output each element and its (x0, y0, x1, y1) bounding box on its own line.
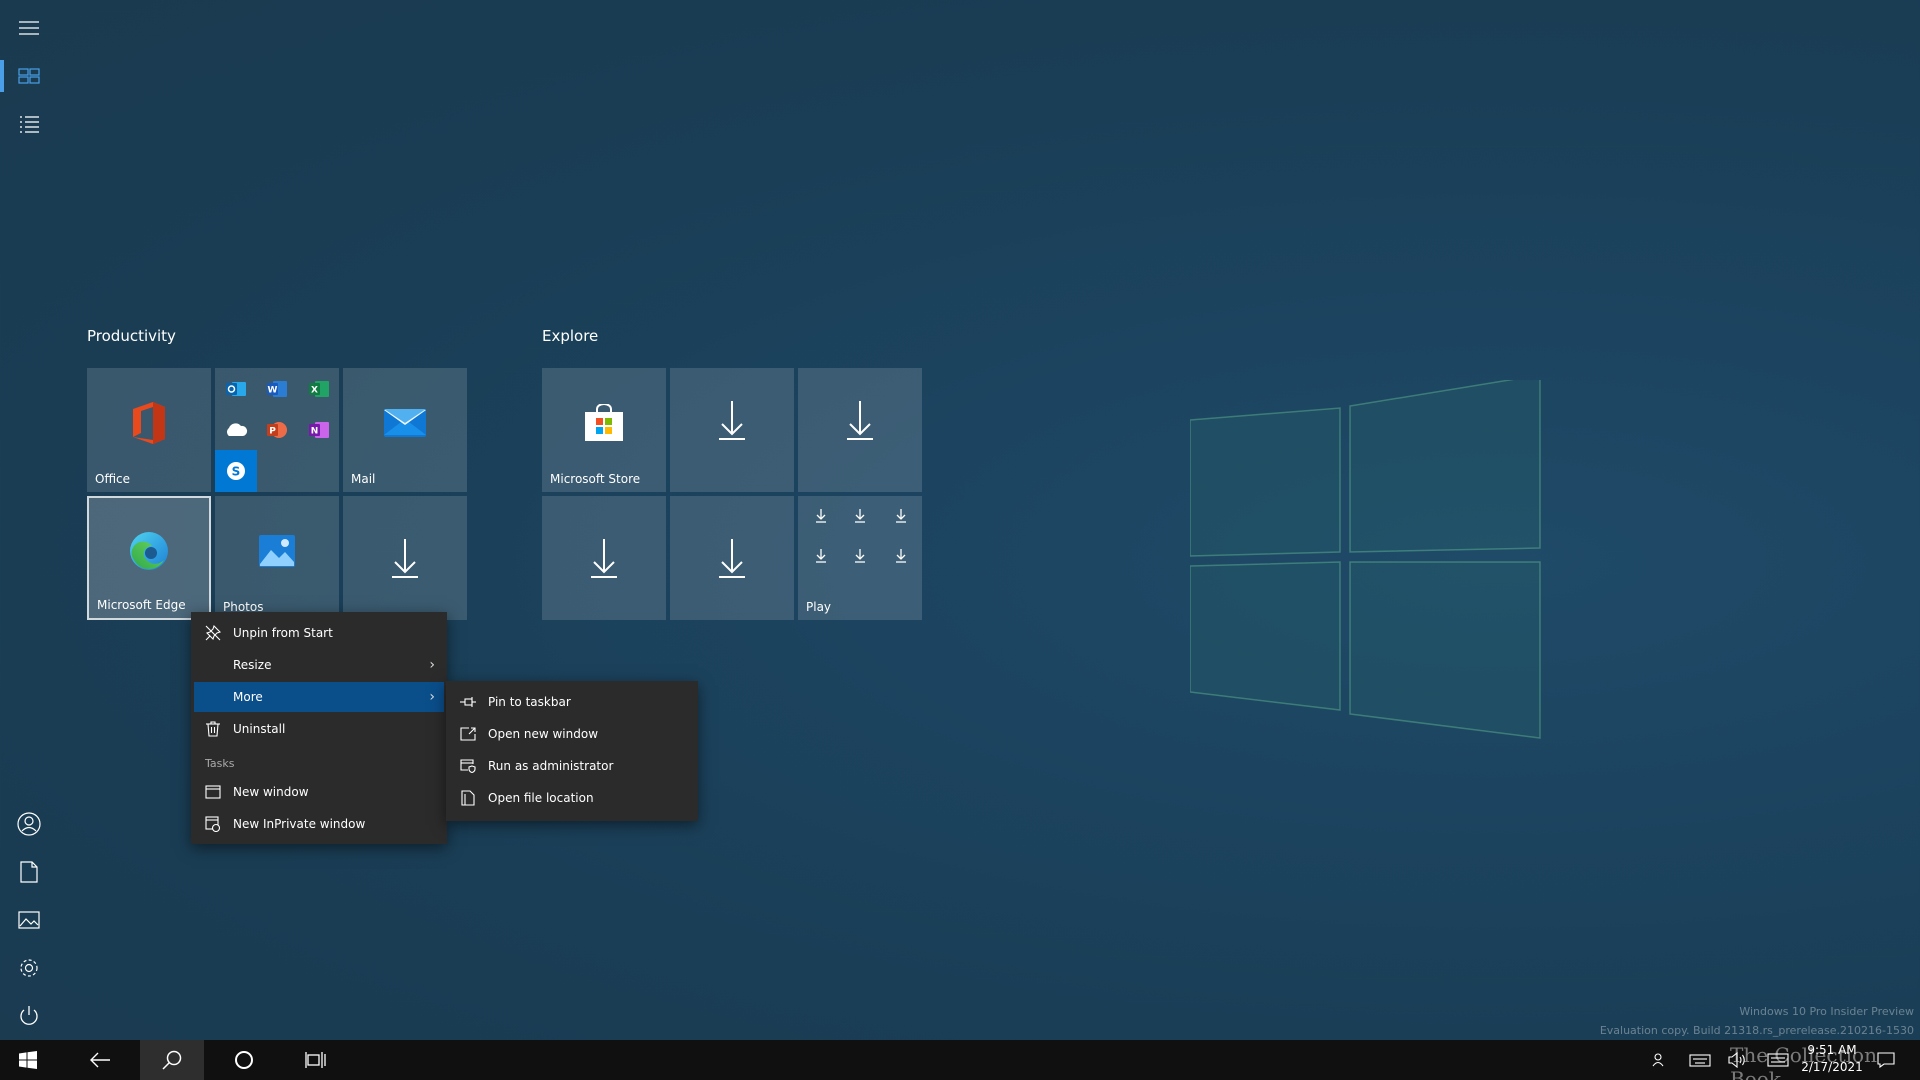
store-icon (585, 403, 623, 441)
menu-item-resize[interactable]: Resize › (191, 650, 447, 680)
task-view-button[interactable] (284, 1040, 348, 1080)
documents-button[interactable] (0, 848, 58, 896)
search-icon (162, 1050, 182, 1070)
list-icon (20, 116, 39, 133)
task-view-icon (305, 1052, 326, 1068)
cortana-button[interactable] (212, 1040, 276, 1080)
watermark-build: Evaluation copy. Build 21318.rs_prerelea… (1599, 1024, 1914, 1037)
tile-office-apps-folder[interactable]: W X P N S (215, 368, 339, 492)
download-arrow-icon (816, 509, 906, 563)
menu-item-more[interactable]: More › (194, 682, 444, 712)
tiles-view-icon (18, 68, 40, 84)
all-apps-button[interactable] (0, 100, 58, 148)
menu-item-pin-to-taskbar[interactable]: Pin to taskbar (446, 687, 698, 717)
powerpoint-icon: P (264, 417, 290, 443)
more-submenu: Pin to taskbar Open new window Run as ad… (446, 681, 698, 821)
edge-icon (130, 531, 168, 570)
inprivate-window-icon (205, 816, 221, 832)
tile-photos[interactable]: Photos (215, 496, 339, 620)
tile-download-placeholder[interactable] (798, 368, 922, 492)
skype-icon: S (215, 450, 257, 492)
svg-text:S: S (232, 465, 241, 479)
file-location-icon (460, 790, 476, 806)
start-left-rail (0, 0, 58, 1040)
onedrive-icon (223, 417, 249, 443)
tile-label-play: Play (806, 600, 832, 614)
svg-text:X: X (311, 386, 318, 396)
tile-download-placeholder[interactable] (542, 496, 666, 620)
start-button[interactable] (0, 1040, 56, 1080)
back-arrow-icon (90, 1052, 110, 1068)
windows-logo-wallpaper (1190, 380, 1541, 739)
word-icon: W (264, 376, 290, 402)
tile-download-placeholder[interactable] (670, 368, 794, 492)
svg-text:W: W (268, 386, 278, 396)
download-arrow-icon (847, 401, 873, 441)
menu-item-open-new-window[interactable]: Open new window (446, 719, 698, 749)
picture-icon (18, 911, 40, 929)
download-arrow-icon (719, 401, 745, 441)
pictures-button[interactable] (0, 896, 58, 944)
tile-download-placeholder[interactable] (670, 496, 794, 620)
mail-icon (384, 408, 426, 437)
window-icon (205, 784, 221, 800)
download-arrow-icon (591, 539, 617, 578)
tile-office[interactable]: Office (87, 368, 211, 492)
tile-label-store: Microsoft Store (550, 472, 641, 486)
menu-item-new-inprivate-window[interactable]: New InPrivate window (191, 809, 447, 839)
tile-label-edge: Microsoft Edge (97, 598, 186, 612)
tile-context-menu: Unpin from Start Resize › More › Uninsta… (191, 612, 447, 844)
watermark-brand: The Collection Book (1730, 1043, 1877, 1080)
taskbar: 9:51 AM 2/17/2021 (0, 1040, 1920, 1080)
office-icon (133, 401, 165, 444)
document-icon (20, 861, 38, 883)
tile-mail[interactable]: Mail (343, 368, 467, 492)
tile-label-mail: Mail (351, 472, 376, 486)
chevron-right-icon: › (429, 657, 435, 673)
tile-download-placeholder[interactable] (343, 496, 467, 620)
windows-logo-icon (19, 1051, 37, 1069)
hamburger-icon (19, 21, 39, 35)
people-icon[interactable] (1650, 1050, 1670, 1070)
tile-microsoft-store[interactable]: Microsoft Store (542, 368, 666, 492)
excel-icon: X (306, 376, 332, 402)
menu-item-open-file-location[interactable]: Open file location (446, 783, 698, 813)
menu-section-tasks: Tasks (205, 757, 235, 770)
menu-item-new-window[interactable]: New window (191, 777, 447, 807)
menu-item-uninstall[interactable]: Uninstall (191, 714, 447, 744)
svg-text:N: N (311, 427, 319, 437)
power-button[interactable] (0, 992, 58, 1040)
touch-keyboard-icon[interactable] (1686, 1050, 1714, 1070)
tile-label-office: Office (95, 472, 131, 486)
power-icon (20, 1006, 38, 1025)
search-button[interactable] (140, 1040, 204, 1080)
photos-icon (259, 534, 295, 567)
watermark-edition: Windows 10 Pro Insider Preview (1739, 1005, 1914, 1018)
open-window-icon (460, 726, 476, 742)
hamburger-menu-button[interactable] (0, 4, 58, 52)
svg-text:P: P (269, 427, 276, 437)
outlook-icon (223, 376, 249, 402)
settings-button[interactable] (0, 944, 58, 992)
chevron-right-icon: › (429, 689, 435, 705)
unpin-icon (205, 625, 221, 641)
onenote-icon: N (306, 417, 332, 443)
user-account-button[interactable] (0, 800, 58, 848)
download-arrow-icon (392, 539, 418, 578)
tile-play-folder[interactable]: Play (798, 496, 922, 620)
download-arrow-icon (719, 539, 745, 578)
trash-icon (205, 721, 221, 737)
back-button[interactable] (68, 1040, 132, 1080)
gear-icon (20, 959, 38, 977)
group-title-productivity[interactable]: Productivity (87, 327, 176, 345)
pin-icon (460, 694, 476, 710)
tile-microsoft-edge[interactable]: Microsoft Edge (87, 496, 211, 620)
group-title-explore[interactable]: Explore (542, 327, 598, 345)
shield-window-icon (460, 758, 476, 774)
user-icon (17, 812, 41, 836)
cortana-circle-icon (235, 1051, 253, 1069)
pinned-tiles-button[interactable] (0, 52, 58, 100)
menu-item-run-as-administrator[interactable]: Run as administrator (446, 751, 698, 781)
menu-item-unpin-from-start[interactable]: Unpin from Start (191, 618, 447, 648)
